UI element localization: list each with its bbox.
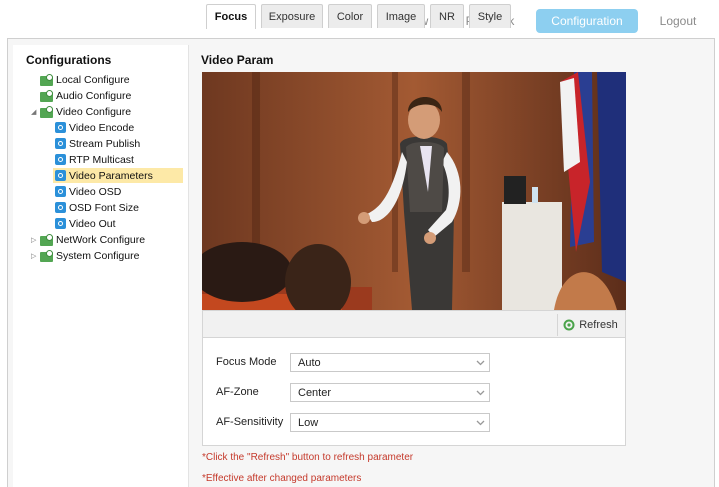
tab-focus[interactable]: Focus	[206, 4, 256, 29]
tab-image[interactable]: Image	[377, 4, 425, 28]
focus-mode-label: Focus Mode	[216, 356, 277, 368]
af-sensitivity-label: AF-Sensitivity	[216, 416, 284, 428]
effective-hint-note: *Effective after changed parameters	[202, 473, 362, 484]
sidebar-item-local-configure[interactable]: Local Configure	[40, 72, 130, 87]
sidebar-item-label: RTP Multicast	[69, 153, 134, 166]
folder-gear-icon	[40, 105, 53, 118]
expand-arrow-right-icon[interactable]: ▷	[31, 252, 36, 260]
nav-configuration[interactable]: Configuration	[536, 9, 638, 33]
page-gear-icon	[55, 186, 66, 197]
page-gear-icon	[55, 138, 66, 149]
expand-arrow-right-icon[interactable]: ▷	[31, 236, 36, 244]
sidebar-item-label: Local Configure	[56, 73, 130, 86]
folder-gear-icon	[40, 233, 53, 246]
af-zone-label: AF-Zone	[216, 386, 259, 398]
af-zone-select[interactable]: Center	[290, 383, 490, 402]
sidebar-item-label: Video Parameters	[69, 169, 153, 182]
sidebar-item-label: Audio Configure	[56, 89, 132, 102]
af-sensitivity-select[interactable]: Low	[290, 413, 490, 432]
chevron-down-icon	[476, 390, 485, 396]
sidebar-item-rtp-multicast[interactable]: RTP Multicast	[55, 152, 134, 167]
focus-mode-value: Auto	[298, 356, 321, 369]
sidebar-item-label: Stream Publish	[69, 137, 141, 150]
sidebar-item-label: NetWork Configure	[56, 233, 146, 246]
refresh-button[interactable]: Refresh	[557, 314, 623, 336]
tab-nr[interactable]: NR	[430, 4, 464, 28]
sidebar-item-stream-publish[interactable]: Stream Publish	[55, 136, 140, 151]
expand-arrow-down-icon[interactable]: ◢	[31, 108, 36, 116]
folder-gear-icon	[40, 89, 53, 102]
refresh-label: Refresh	[579, 319, 618, 331]
sidebar-item-label: Video Encode	[69, 121, 135, 134]
af-zone-value: Center	[298, 386, 332, 399]
nav-logout[interactable]: Logout	[648, 9, 708, 33]
sidebar-item-osd-font-size[interactable]: OSD Font Size	[55, 200, 139, 215]
focus-mode-select[interactable]: Auto	[290, 353, 490, 372]
folder-gear-icon	[40, 73, 53, 86]
sidebar-item-video-osd[interactable]: Video OSD	[55, 184, 121, 199]
sidebar-item-network-configure[interactable]: NetWork Configure	[40, 232, 145, 247]
sidebar-item-video-out[interactable]: Video Out	[55, 216, 116, 231]
chevron-down-icon	[476, 360, 485, 366]
refresh-hint-note: *Click the "Refresh" button to refresh p…	[202, 452, 414, 463]
tab-color[interactable]: Color	[328, 4, 372, 28]
sidebar-item-audio-configure[interactable]: Audio Configure	[40, 88, 131, 103]
sidebar-item-label: OSD Font Size	[69, 201, 140, 214]
page-gear-icon	[55, 154, 66, 165]
sidebar-item-label: System Configure	[56, 249, 140, 262]
sidebar-item-video-parameters[interactable]: Video Parameters	[53, 168, 183, 183]
refresh-icon	[563, 319, 575, 331]
page-gear-icon	[55, 170, 66, 181]
tab-exposure[interactable]: Exposure	[261, 4, 323, 28]
sidebar-item-label: Video OSD	[69, 185, 122, 198]
folder-gear-icon	[40, 249, 53, 262]
page-gear-icon	[55, 218, 66, 229]
video-preview	[202, 72, 626, 310]
page-title: Video Param	[201, 53, 274, 67]
sidebar-item-video-configure[interactable]: Video Configure	[40, 104, 131, 119]
sidebar-item-label: Video Configure	[56, 105, 132, 118]
page-gear-icon	[55, 202, 66, 213]
video-frame-image	[202, 72, 626, 310]
tab-style[interactable]: Style	[469, 4, 511, 28]
af-sensitivity-value: Low	[298, 416, 319, 429]
sidebar-item-system-configure[interactable]: System Configure	[40, 248, 139, 263]
sidebar-title: Configurations	[26, 53, 112, 67]
page-gear-icon	[55, 122, 66, 133]
chevron-down-icon	[476, 420, 485, 426]
sidebar-item-label: Video Out	[69, 217, 116, 230]
sidebar-item-video-encode[interactable]: Video Encode	[55, 120, 134, 135]
